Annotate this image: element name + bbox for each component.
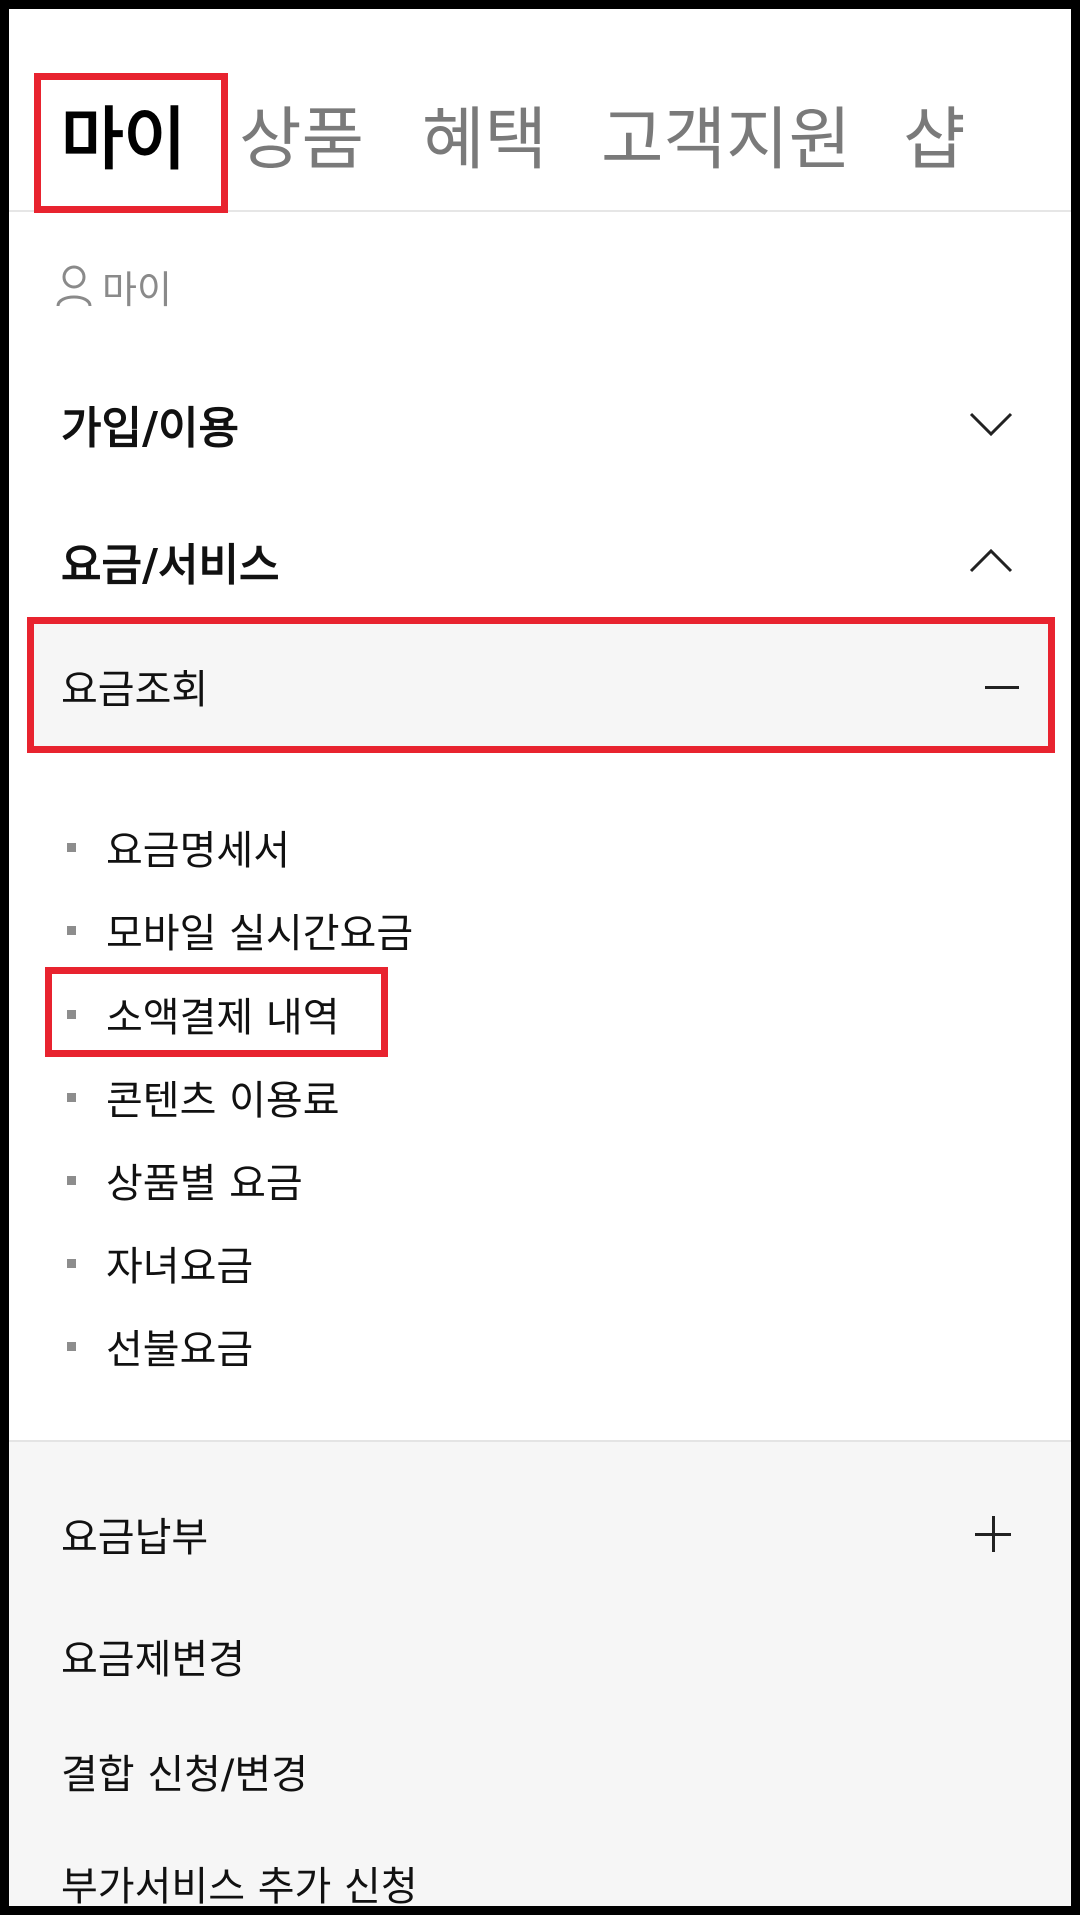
bullet-icon <box>67 1341 76 1351</box>
menu-item-addon[interactable]: 부가서비스 추가 신청 <box>61 1853 418 1906</box>
bullet-icon <box>67 842 76 852</box>
menu-item-plan-change[interactable]: 요금제변경 <box>61 1626 245 1686</box>
tab-products[interactable]: 상품 <box>239 101 364 181</box>
tab-benefits[interactable]: 혜택 <box>422 101 547 181</box>
submenu-billing-inquiry[interactable]: 요금조회 <box>31 623 1049 750</box>
list-item[interactable]: 선불요금 <box>67 1316 253 1376</box>
top-tab-bar: 마이 상품 혜택 고객지원 샵 <box>9 9 1071 212</box>
list-item[interactable]: 콘텐츠 이용료 <box>67 1067 340 1127</box>
chevron-up-icon <box>969 548 1013 573</box>
tab-shop[interactable]: 샵 <box>903 101 966 181</box>
bullet-icon <box>67 1009 76 1019</box>
user-icon <box>56 265 92 307</box>
tab-customer-support[interactable]: 고객지원 <box>601 101 851 181</box>
section-label: 가입/이용 <box>61 403 239 454</box>
chevron-down-icon <box>969 412 1013 437</box>
list-item[interactable]: 상품별 요금 <box>67 1150 303 1210</box>
section-label: 요금/서비스 <box>61 540 280 591</box>
tab-my[interactable]: 마이 <box>61 101 186 181</box>
bullet-icon <box>67 1258 76 1268</box>
minus-icon <box>985 685 1019 689</box>
section-subscription[interactable]: 가입/이용 <box>9 374 1071 474</box>
submenu-label: 요금조회 <box>61 666 209 713</box>
list-item[interactable]: 요금명세서 <box>67 817 290 877</box>
section-billing-service[interactable]: 요금/서비스 <box>9 511 1071 611</box>
mobile-menu-screen: 마이 상품 혜택 고객지원 샵 마이 가입/이용 요금/서비스 요금조회 요금명… <box>9 9 1071 1906</box>
breadcrumb-label: 마이 <box>102 267 172 312</box>
list-item[interactable]: 소액결제 내역 <box>67 984 340 1044</box>
menu-item-payment[interactable]: 요금납부 <box>61 1504 208 1564</box>
plus-icon[interactable] <box>975 1516 1011 1552</box>
active-tab-indicator <box>59 206 183 212</box>
bullet-icon <box>67 925 76 935</box>
list-item[interactable]: 자녀요금 <box>67 1233 253 1293</box>
bullet-icon <box>67 1092 76 1102</box>
more-menu-area: 요금납부 요금제변경 결합 신청/변경 부가서비스 추가 신청 <box>9 1440 1071 1906</box>
breadcrumb: 마이 <box>56 261 172 312</box>
menu-item-bundle[interactable]: 결합 신청/변경 <box>61 1741 308 1801</box>
bullet-icon <box>67 1175 76 1185</box>
list-item[interactable]: 모바일 실시간요금 <box>67 900 413 960</box>
